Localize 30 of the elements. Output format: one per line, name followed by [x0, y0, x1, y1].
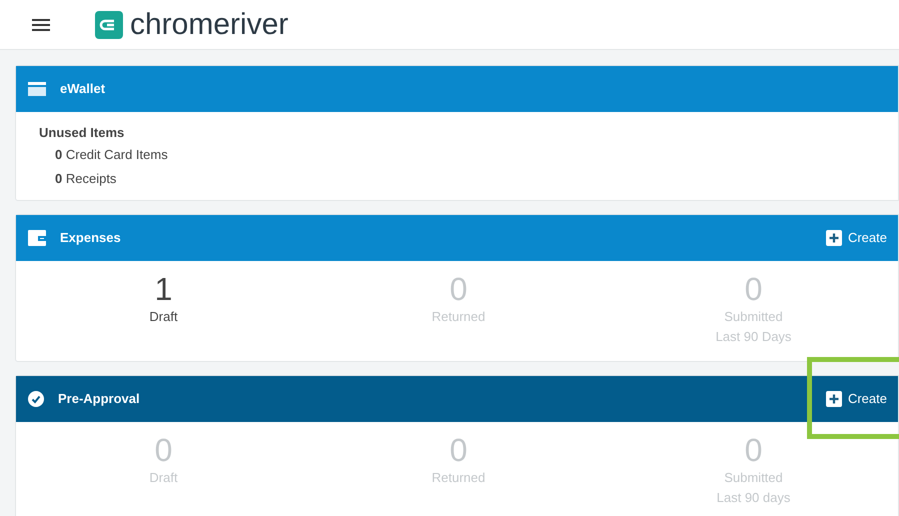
- card-icon: [28, 82, 46, 96]
- create-button[interactable]: Create: [824, 226, 888, 250]
- stat-value: 0: [154, 432, 172, 468]
- stat-value: 0: [744, 432, 762, 468]
- stat-label: Draft: [149, 469, 178, 487]
- item-count-text: 0 Receipts: [55, 170, 118, 188]
- stat-value: 0: [450, 271, 468, 307]
- stat-label: Returned: [432, 308, 486, 326]
- create-button[interactable]: Create: [824, 387, 888, 411]
- panel-title: Pre-Approval: [58, 390, 140, 408]
- logo-text: chromeriver: [130, 10, 288, 40]
- panel-title: Expenses: [60, 229, 121, 248]
- stat-value: 0: [744, 271, 762, 307]
- stat-value: 1: [154, 271, 172, 307]
- logo-icon: [95, 10, 123, 38]
- stat-label: Submitted: [724, 308, 783, 326]
- stat-label: Draft: [149, 308, 178, 326]
- wallet-icon: [28, 230, 46, 246]
- section-label: Unused Items: [39, 124, 126, 142]
- item-count-text: 0 Credit Card Items: [55, 146, 169, 164]
- panel-title: eWallet: [60, 80, 106, 98]
- stat-label: Returned: [432, 469, 486, 487]
- check-badge-icon: [28, 391, 44, 407]
- stat-value: 0: [450, 432, 468, 468]
- stat-label: Submitted: [724, 469, 783, 487]
- stat-sublabel: Last 90 days: [716, 489, 790, 507]
- plus-icon: [826, 391, 842, 407]
- menu-icon[interactable]: [32, 18, 50, 32]
- plus-icon: [826, 230, 842, 246]
- stat-sublabel: Last 90 Days: [716, 328, 792, 346]
